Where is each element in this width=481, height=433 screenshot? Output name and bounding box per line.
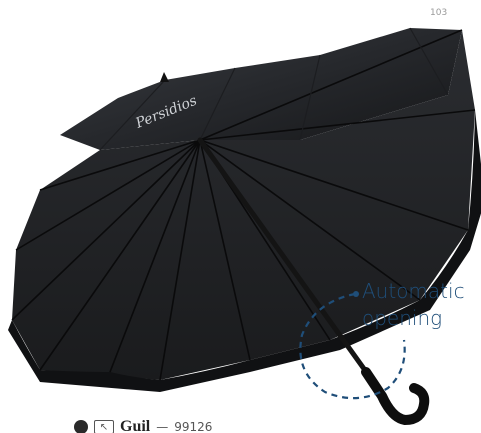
umbrella-illustration: Persidios	[8, 27, 481, 426]
box-arrow-icon: ↖	[94, 420, 114, 433]
product-name: Guil	[120, 418, 151, 433]
umbrella-tip	[160, 72, 169, 82]
callout-line-1: Automatic	[362, 279, 465, 303]
callout-line-2: opening	[362, 306, 443, 330]
product-code: 99126	[174, 420, 213, 433]
catalog-page: 103 Persidios Automatic opening ↖ Guil —…	[0, 0, 481, 433]
timer-icon	[74, 420, 88, 433]
callout-dot	[353, 291, 359, 297]
product-info-row: ↖ Guil — 99126	[74, 418, 212, 433]
product-separator: —	[156, 420, 169, 433]
automatic-opening-callout: Automatic opening	[362, 278, 465, 332]
